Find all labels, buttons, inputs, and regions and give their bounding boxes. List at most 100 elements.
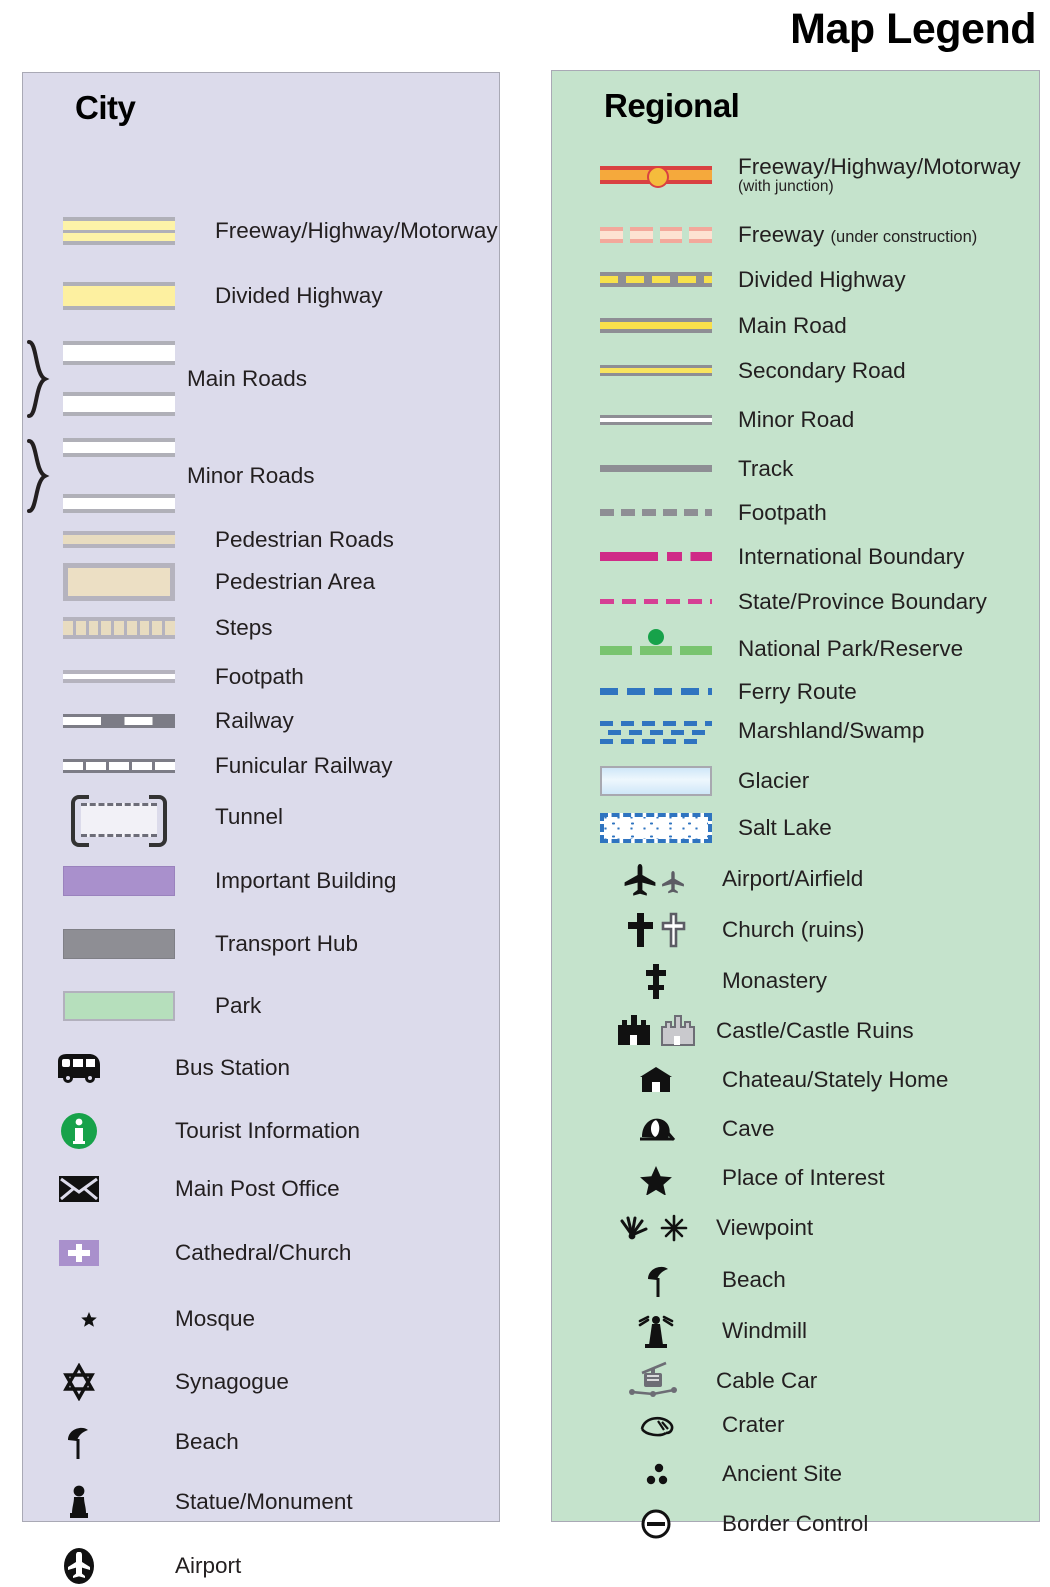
legend-label: Mosque — [175, 1306, 256, 1332]
legend-label: Church (ruins) — [722, 917, 865, 943]
legend-label: Salt Lake — [738, 815, 832, 841]
legend-inline-note: (under construction) — [830, 228, 978, 246]
legend-row-cathedral-church: Cathedral/Church — [23, 1238, 499, 1268]
legend-label: Track — [738, 456, 794, 481]
legend-sublabel: (with junction) — [738, 177, 834, 195]
legend-label: International Boundary — [738, 544, 965, 569]
legend-row-cable-car: Cable Car — [552, 1359, 1039, 1403]
legend-row-place-of-interest: Place of Interest — [552, 1161, 1039, 1195]
beach-umbrella-icon — [600, 1261, 712, 1299]
legend-label: Beach — [722, 1267, 786, 1293]
legend-label: Monastery — [722, 968, 828, 994]
legend-row-post-office: Main Post Office — [23, 1175, 499, 1203]
chateau-icon — [600, 1063, 712, 1097]
legend-row-state-boundary: State/Province Boundary — [552, 590, 1039, 614]
legend-label: Tourist Information — [175, 1118, 361, 1144]
legend-row-secondary-road: Secondary Road — [552, 359, 1039, 383]
legend-label: Place of Interest — [722, 1165, 885, 1191]
legend-label: Airport/Airfield — [722, 866, 864, 892]
windmill-icon — [600, 1311, 712, 1351]
legend-label: Viewpoint — [716, 1215, 814, 1241]
glacier-swatch — [600, 766, 712, 796]
beach-umbrella-icon — [23, 1423, 135, 1461]
legend-row-airport-city: Airport — [23, 1545, 499, 1587]
legend-label: Important Building — [215, 868, 397, 894]
freeway-band — [63, 217, 175, 245]
legend-label: Secondary Road — [738, 358, 906, 383]
legend-label: Ancient Site — [722, 1461, 843, 1487]
legend-row-glacier: Glacier — [552, 766, 1039, 796]
legend-row-divided-highway: Divided Highway — [23, 282, 499, 310]
ancient-site-icon — [600, 1459, 712, 1489]
legend-row-tourist-information: Tourist Information — [23, 1111, 499, 1151]
legend-label: Transport Hub — [215, 931, 358, 957]
legend-label: Cable Car — [716, 1368, 818, 1394]
salt-lake-swatch — [600, 813, 712, 843]
funicular-railway-band — [63, 758, 175, 773]
church-cross-icon — [23, 1238, 135, 1268]
brace-main-roads — [25, 339, 51, 418]
regional-heading: Regional — [604, 87, 740, 124]
transport-hub-swatch — [63, 929, 175, 959]
legend-row-important-building: Important Building — [23, 866, 499, 896]
legend-label: Border Control — [722, 1511, 869, 1537]
legend-label: Main Post Office — [175, 1176, 340, 1202]
church-ruins-icon — [600, 911, 712, 949]
legend-row-mosque: Mosque — [23, 1301, 499, 1337]
legend-label: Bus Station — [175, 1055, 291, 1081]
track-line — [600, 465, 712, 473]
legend-row-border-control: Border Control — [552, 1507, 1039, 1541]
legend-row-tunnel: Tunnel — [23, 795, 499, 847]
information-icon — [23, 1111, 135, 1151]
legend-row-freeway: Freeway/Highway/Motorway — [23, 217, 499, 245]
legend-label-text: Freeway — [738, 222, 825, 247]
legend-row-ancient-site: Ancient Site — [552, 1459, 1039, 1489]
city-heading: City — [75, 89, 136, 126]
star-of-david-icon — [23, 1363, 135, 1401]
legend-label: Windmill — [722, 1318, 808, 1344]
legend-label: Railway — [215, 708, 294, 733]
legend-label: Pedestrian Area — [215, 569, 376, 595]
legend-row-main-roads: Main Roads — [23, 339, 499, 418]
page-title: Map Legend — [790, 5, 1036, 53]
important-building-swatch — [63, 866, 175, 896]
star-icon — [600, 1161, 712, 1195]
statue-icon — [23, 1483, 135, 1521]
legend-row-chateau: Chateau/Stately Home — [552, 1063, 1039, 1097]
tunnel-bracket — [63, 795, 175, 847]
legend-label: Freeway/Highway/Motorway — [215, 218, 498, 244]
legend-row-marshland: Marshland/Swamp — [552, 718, 1039, 744]
legend-label: Footpath — [738, 500, 827, 525]
legend-label: Glacier — [738, 768, 810, 794]
border-control-icon — [600, 1507, 712, 1541]
legend-label: Divided Highway — [738, 267, 906, 292]
steps-band — [63, 616, 175, 639]
legend-label: Divided Highway — [215, 283, 383, 309]
main-road-line — [600, 318, 712, 334]
legend-row-church-ruins: Church (ruins) — [552, 911, 1039, 949]
legend-row-salt-lake: Salt Lake — [552, 813, 1039, 843]
legend-row-synagogue: Synagogue — [23, 1363, 499, 1401]
legend-row-pedestrian-roads: Pedestrian Roads — [23, 528, 499, 552]
city-legend-panel: City Freeway/Highway/Motorway Divided Hi… — [22, 72, 500, 1584]
viewpoint-icon — [600, 1211, 712, 1245]
legend-label: Park — [215, 993, 262, 1019]
legend-row-minor-roads: Minor Roads — [23, 438, 499, 513]
footpath-dashed-line — [600, 509, 712, 517]
legend-label: Steps — [215, 615, 273, 640]
crescent-star-icon — [23, 1301, 135, 1337]
legend-row-castle: Castle/Castle Ruins — [552, 1011, 1039, 1051]
legend-row-windmill: Windmill — [552, 1311, 1039, 1351]
legend-row-freeway-construction: Freeway (under construction) — [552, 223, 1039, 247]
legend-row-pedestrian-area: Pedestrian Area — [23, 563, 499, 601]
legend-row-crater: Crater — [552, 1409, 1039, 1441]
legend-row-beach-city: Beach — [23, 1423, 499, 1461]
legend-label: Airport — [175, 1553, 242, 1579]
legend-label: National Park/Reserve — [738, 636, 964, 661]
footpath-band — [63, 670, 175, 684]
legend-row-footpath: Footpath — [23, 665, 499, 689]
legend-label: Marshland/Swamp — [738, 718, 925, 744]
main-roads-pair-brace — [63, 341, 175, 416]
freeway-junction-line — [600, 165, 712, 188]
divided-highway-band — [63, 282, 175, 310]
